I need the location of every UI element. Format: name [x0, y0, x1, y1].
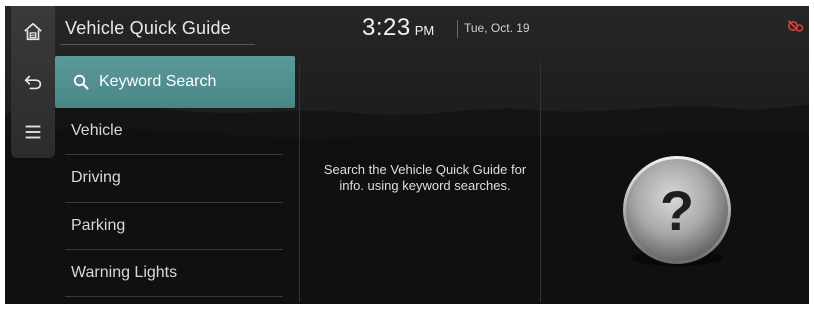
menu-button[interactable]: [11, 112, 55, 152]
menu-item-parking[interactable]: Parking: [71, 203, 283, 249]
menu-icon: [25, 125, 41, 139]
menu-item-label: Driving: [71, 169, 121, 186]
menu-divider: [65, 296, 283, 297]
menu-item-label: Parking: [71, 217, 126, 234]
keyword-search-item[interactable]: Keyword Search: [55, 56, 295, 108]
date-separator: [457, 20, 458, 38]
back-button[interactable]: [11, 62, 55, 102]
home-icon: [24, 22, 42, 41]
info-text: Search the Vehicle Quick Guide for info.…: [305, 162, 545, 194]
connectivity-off-icon: [787, 19, 804, 32]
menu-item-label: Warning Lights: [71, 264, 178, 281]
page-title: Vehicle Quick Guide: [65, 18, 231, 38]
info-text-line: Search the Vehicle Quick Guide for: [323, 162, 527, 177]
clock-time: 3:23: [362, 14, 411, 41]
info-text-line: info. using keyword searches.: [339, 178, 511, 193]
column-divider: [299, 62, 300, 302]
menu-item-vehicle[interactable]: Vehicle: [71, 108, 283, 154]
search-icon: [73, 74, 89, 90]
home-button[interactable]: [11, 12, 55, 52]
date-label: Tue, Oct. 19: [464, 21, 530, 35]
clock: 3:23 PM: [362, 14, 434, 42]
svg-text:?: ?: [660, 179, 694, 242]
clock-ampm: PM: [414, 23, 435, 38]
title-underline: [60, 44, 255, 45]
question-mark-icon: ?: [623, 156, 731, 266]
menu-item-label: Vehicle: [71, 122, 123, 139]
menu-item-warning-lights[interactable]: Warning Lights: [71, 250, 283, 296]
menu-item-driving[interactable]: Driving: [71, 155, 283, 201]
side-nav-bar: [11, 6, 55, 158]
screen: Vehicle Quick Guide 3:23 PM Tue, Oct. 19 …: [5, 6, 809, 304]
keyword-search-label: Keyword Search: [99, 73, 217, 90]
back-icon: [24, 75, 42, 90]
